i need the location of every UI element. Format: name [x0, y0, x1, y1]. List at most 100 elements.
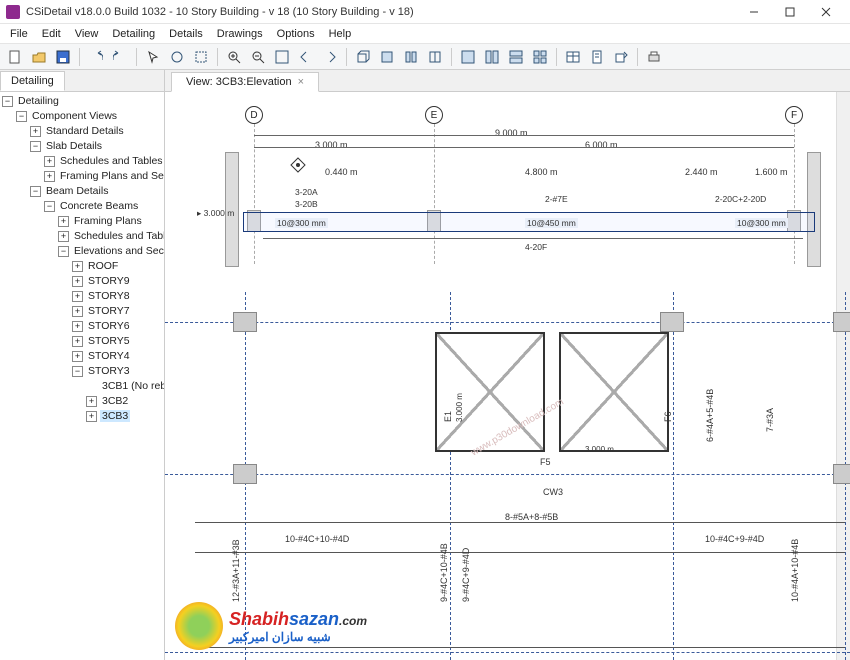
rebar-l8: 10-#4C+9-#4D — [705, 534, 764, 544]
expand-icon[interactable]: + — [58, 216, 69, 227]
grid-d: D — [245, 106, 263, 124]
tree-beam-details[interactable]: Beam Details — [44, 185, 110, 197]
tree-view[interactable]: −Detailing −Component Views +Standard De… — [0, 92, 164, 660]
expand-icon[interactable]: + — [72, 336, 83, 347]
tree-story5[interactable]: STORY5 — [86, 335, 132, 347]
expand-icon[interactable]: − — [30, 141, 41, 152]
wall-label-e1: E1 — [443, 411, 453, 422]
layout2-icon[interactable] — [481, 46, 503, 68]
tree-beam-sched[interactable]: Schedules and Tables — [72, 230, 164, 242]
layout4-icon[interactable] — [529, 46, 551, 68]
select-window-icon[interactable] — [190, 46, 212, 68]
expand-icon[interactable]: − — [58, 246, 69, 257]
tree-story8[interactable]: STORY8 — [86, 290, 132, 302]
layout1-icon[interactable] — [457, 46, 479, 68]
maximize-button[interactable] — [772, 1, 808, 23]
expand-icon[interactable]: + — [44, 156, 55, 167]
tree-framing-plans[interactable]: Framing Plans — [72, 215, 144, 227]
export-icon[interactable] — [610, 46, 632, 68]
expand-icon[interactable]: − — [16, 111, 27, 122]
tree-story6[interactable]: STORY6 — [86, 320, 132, 332]
tree-slab-details[interactable]: Slab Details — [44, 140, 104, 152]
zoom-prev-icon[interactable] — [295, 46, 317, 68]
menu-detailing[interactable]: Detailing — [106, 26, 161, 42]
tree-story4[interactable]: STORY4 — [86, 350, 132, 362]
panel-tab-detailing[interactable]: Detailing — [0, 71, 65, 91]
menu-options[interactable]: Options — [271, 26, 321, 42]
save-icon[interactable] — [52, 46, 74, 68]
tree-story-roof[interactable]: ROOF — [86, 260, 120, 272]
tie2: 10@450 mm — [525, 218, 578, 228]
zoom-out-icon[interactable] — [247, 46, 269, 68]
report-icon[interactable] — [586, 46, 608, 68]
logo-overlay: Shabihsazan.com شبیه سازان امیرکبیر — [175, 602, 367, 650]
expand-icon[interactable]: + — [72, 261, 83, 272]
toolbar — [0, 44, 850, 70]
plan-column — [833, 312, 850, 332]
print-icon[interactable] — [643, 46, 665, 68]
zoom-next-icon[interactable] — [319, 46, 341, 68]
pan-icon[interactable] — [166, 46, 188, 68]
tree-beam-3cb2[interactable]: 3CB2 — [100, 395, 130, 407]
rebar-l5: 9-#4C+9-#4D — [461, 548, 471, 602]
expand-icon[interactable]: + — [72, 351, 83, 362]
expand-icon[interactable]: + — [86, 411, 97, 422]
dim-sub2: 4.800 m — [525, 167, 558, 177]
rebar-3-20a: 3-20A — [295, 187, 318, 197]
minimize-button[interactable] — [736, 1, 772, 23]
layout3-icon[interactable] — [505, 46, 527, 68]
table-icon[interactable] — [562, 46, 584, 68]
tree-story7[interactable]: STORY7 — [86, 305, 132, 317]
expand-icon[interactable]: + — [30, 126, 41, 137]
tree-standard-details[interactable]: Standard Details — [44, 125, 126, 137]
view-elev-icon[interactable] — [400, 46, 422, 68]
view-3d-icon[interactable] — [352, 46, 374, 68]
drawing-canvas[interactable]: D E F 3.000 m 6.000 m 9.000 m 0.440 m 4.… — [165, 92, 850, 660]
tree-root[interactable]: Detailing — [16, 95, 61, 107]
dim-e1: 3.000 m — [455, 393, 464, 422]
tree-beam-3cb3[interactable]: 3CB3 — [100, 410, 130, 422]
expand-icon[interactable]: − — [44, 201, 55, 212]
tree-slab-sched[interactable]: Schedules and Tables — [58, 155, 164, 167]
tree-concrete-beams[interactable]: Concrete Beams — [58, 200, 140, 212]
menu-drawings[interactable]: Drawings — [211, 26, 269, 42]
expand-icon[interactable]: − — [72, 366, 83, 377]
menu-edit[interactable]: Edit — [36, 26, 67, 42]
panel-tab-bar: Detailing — [0, 70, 164, 92]
view-tab-elevation[interactable]: View: 3CB3:Elevation × — [171, 72, 319, 92]
view-section-icon[interactable] — [424, 46, 446, 68]
expand-icon[interactable]: + — [86, 396, 97, 407]
menu-view[interactable]: View — [69, 26, 105, 42]
expand-icon[interactable]: − — [2, 96, 13, 107]
tree-slab-framing[interactable]: Framing Plans and Sections — [58, 170, 164, 182]
dim-total: 9.000 m — [495, 128, 528, 138]
expand-icon[interactable]: + — [72, 276, 83, 287]
new-icon[interactable] — [4, 46, 26, 68]
expand-icon[interactable]: + — [72, 306, 83, 317]
expand-icon[interactable]: + — [44, 171, 55, 182]
pointer-icon[interactable] — [142, 46, 164, 68]
open-icon[interactable] — [28, 46, 50, 68]
expand-icon[interactable]: − — [30, 186, 41, 197]
wall-label-f6: F6 — [663, 411, 673, 422]
undo-icon[interactable] — [85, 46, 107, 68]
zoom-fit-icon[interactable] — [271, 46, 293, 68]
view-plan-icon[interactable] — [376, 46, 398, 68]
menu-file[interactable]: File — [4, 26, 34, 42]
rebar-l1: 10-#4C+10-#4D — [285, 534, 349, 544]
tree-beam-3cb1[interactable]: 3CB1 (No rebars) — [100, 380, 164, 392]
tree-story9[interactable]: STORY9 — [86, 275, 132, 287]
close-button[interactable] — [808, 1, 844, 23]
expand-icon[interactable]: + — [72, 291, 83, 302]
expand-icon[interactable]: + — [58, 231, 69, 242]
menu-help[interactable]: Help — [323, 26, 358, 42]
close-tab-icon[interactable]: × — [298, 76, 304, 88]
expand-icon[interactable]: + — [72, 321, 83, 332]
tree-elev-sections[interactable]: Elevations and Sections — [72, 245, 164, 257]
tree-story3[interactable]: STORY3 — [86, 365, 132, 377]
zoom-in-icon[interactable] — [223, 46, 245, 68]
framing-plan: E1 F5 F6 CW3 3.000 m 3.000 m 10-#4C+10-#… — [165, 292, 850, 660]
menu-details[interactable]: Details — [163, 26, 209, 42]
redo-icon[interactable] — [109, 46, 131, 68]
tree-component-views[interactable]: Component Views — [30, 110, 119, 122]
